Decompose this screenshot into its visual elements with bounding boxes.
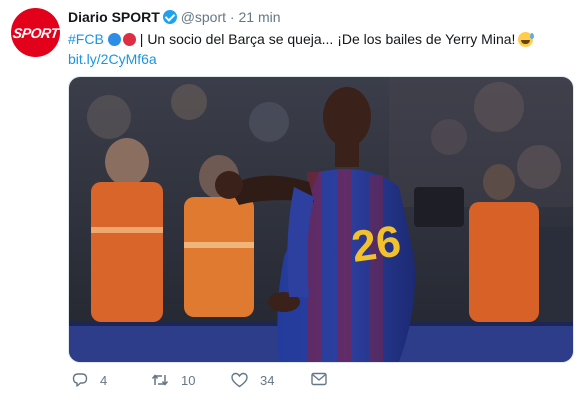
like-count: 34 bbox=[260, 372, 275, 388]
tweet-timestamp[interactable]: 21 min bbox=[238, 9, 280, 25]
avatar[interactable]: SPORT bbox=[11, 8, 60, 57]
heart-icon bbox=[231, 372, 248, 388]
red-circle-icon bbox=[122, 33, 136, 46]
blue-circle-icon bbox=[107, 33, 121, 46]
retweet-button[interactable]: 10 bbox=[151, 372, 195, 388]
hashtag-link[interactable]: #FCB bbox=[68, 31, 104, 47]
jersey-number: 26 bbox=[349, 217, 404, 272]
tweet-card[interactable]: SPORT Diario SPORT @sport · 21 min #FCB |… bbox=[0, 0, 582, 402]
tweet-text: #FCB | Un socio del Barça se queja... ¡De… bbox=[68, 29, 568, 69]
reply-count: 4 bbox=[100, 372, 108, 388]
retweet-icon bbox=[151, 374, 169, 386]
tweet-actions: 4 10 34 bbox=[68, 372, 368, 394]
direct-message-button[interactable] bbox=[311, 372, 339, 386]
retweet-count: 10 bbox=[181, 372, 196, 388]
verified-badge-icon bbox=[162, 10, 177, 24]
player-photo: 26 bbox=[69, 77, 573, 362]
account-handle[interactable]: @sport bbox=[181, 9, 226, 25]
reply-button[interactable]: 4 bbox=[72, 372, 107, 388]
tweet-media-photo[interactable]: 26 bbox=[68, 76, 574, 363]
grinning-sweat-face-icon bbox=[518, 32, 535, 47]
envelope-icon bbox=[311, 372, 327, 386]
tweet-header: Diario SPORT @sport · 21 min bbox=[68, 9, 281, 25]
separator-dot: · bbox=[229, 9, 235, 25]
tweet-link[interactable]: bit.ly/2CyMf6a bbox=[68, 51, 157, 67]
account-name[interactable]: Diario SPORT bbox=[68, 9, 160, 25]
tweet-body: | Un socio del Barça se queja... ¡De los… bbox=[139, 31, 516, 47]
like-button[interactable]: 34 bbox=[231, 372, 274, 388]
avatar-logo-text: SPORT bbox=[11, 24, 60, 41]
reply-icon bbox=[72, 373, 88, 387]
